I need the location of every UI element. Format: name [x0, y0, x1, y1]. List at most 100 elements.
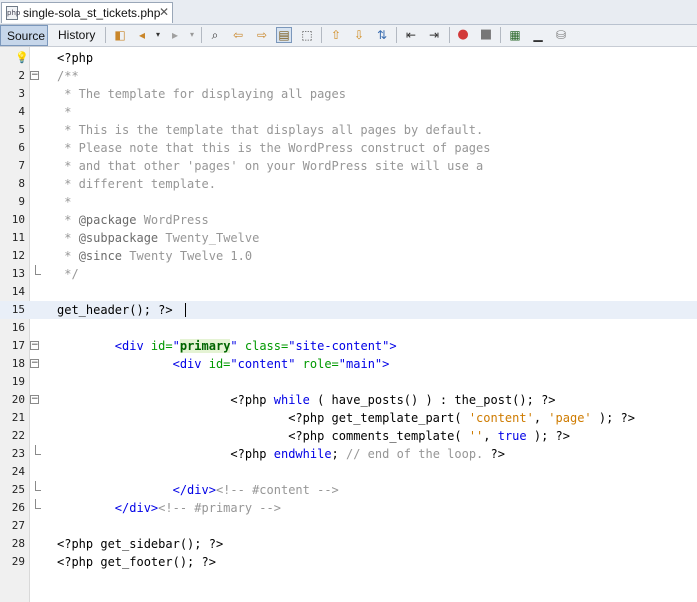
doc-tag: @subpackage: [78, 231, 159, 245]
toggle-bookmark-icon[interactable]: ⇅: [374, 27, 390, 43]
code-keyword: true: [497, 429, 527, 443]
code-text: <?php: [57, 393, 274, 407]
close-tab-icon[interactable]: ✕: [159, 5, 169, 19]
code-comment: <!-- #content -->: [215, 483, 339, 497]
code-line: 3 * The template for displaying all page…: [0, 85, 697, 103]
code-comment: <!-- #primary -->: [158, 501, 281, 515]
code-line: 19: [0, 373, 697, 391]
code-text: role=: [295, 357, 339, 371]
line-number: 19: [11, 375, 25, 388]
previous-bookmark-icon[interactable]: ⇧: [328, 27, 344, 43]
shift-left-icon[interactable]: ⇤: [403, 27, 419, 43]
shift-right-icon[interactable]: ⇥: [426, 27, 442, 43]
code-line: 8 * different template.: [0, 175, 697, 193]
code-line: 16: [0, 319, 697, 337]
last-edit-icon[interactable]: ◧: [112, 27, 128, 43]
code-text: id=: [150, 339, 173, 353]
stop-macro-icon[interactable]: ■: [478, 27, 494, 43]
lightbulb-icon[interactable]: 💡: [15, 51, 29, 65]
code-text: "main": [338, 357, 383, 371]
fold-collapse-icon[interactable]: −: [30, 359, 39, 368]
line-number: 4: [18, 105, 25, 118]
start-macro-icon[interactable]: ●: [455, 27, 471, 43]
code-line: 6 * Please note that this is the WordPre…: [0, 139, 697, 157]
toggle-rect-selection-icon[interactable]: ⬚: [299, 27, 315, 43]
code-text: ": [230, 339, 238, 353]
uncomment-icon[interactable]: ▁: [530, 27, 546, 43]
code-text: >: [382, 357, 390, 371]
code-line: 27: [0, 517, 697, 535]
code-line: 24: [0, 463, 697, 481]
code-line: 18 − <div id="content" role="main">: [0, 355, 697, 373]
code-comment: // end of the loop.: [346, 447, 484, 461]
code-line: 28 <?php get_sidebar(); ?>: [0, 535, 697, 553]
file-tab[interactable]: php single-sola_st_tickets.php ✕: [1, 2, 173, 23]
line-number: 6: [18, 141, 25, 154]
fold-collapse-icon[interactable]: −: [30, 71, 39, 80]
code-text: ": [172, 339, 180, 353]
code-text: </div>: [57, 483, 216, 497]
editor-toolbar: Source History ◧ ◂ ▾ ▸ ▾ ⌕ ⇦ ⇨ ▤ ⬚ ⇧ ⇩ ⇅…: [0, 25, 697, 47]
code-line: 26 </div><!-- #primary -->: [0, 499, 697, 517]
current-code-line: 15 get_header(); ?>: [0, 301, 697, 319]
line-number: 22: [11, 429, 25, 442]
code-text: *: [57, 249, 79, 263]
code-text: >: [389, 339, 397, 353]
code-text: <?php get_footer(); ?>: [57, 555, 216, 569]
forward-dropdown-icon[interactable]: ▾: [184, 27, 200, 43]
code-text: WordPress: [136, 213, 209, 227]
code-keyword: while: [273, 393, 310, 407]
code-line: 4 *: [0, 103, 697, 121]
code-text: <?php get_template_part(: [57, 411, 469, 425]
find-previous-icon[interactable]: ⇦: [230, 27, 246, 43]
line-number: 13: [11, 267, 25, 280]
find-next-icon[interactable]: ⇨: [254, 27, 270, 43]
code-text: ?>: [483, 447, 505, 461]
code-line: 23 <?php endwhile; // end of the loop. ?…: [0, 445, 697, 463]
forward-icon[interactable]: ▸: [167, 27, 183, 43]
comment-icon[interactable]: ▦: [507, 27, 523, 43]
toolbar-separator: [500, 27, 501, 43]
database-icon[interactable]: ⛁: [553, 27, 569, 43]
source-tab[interactable]: Source: [0, 25, 48, 46]
line-number: 2: [18, 69, 25, 82]
code-string: 'page': [548, 411, 592, 425]
code-text: ,: [533, 411, 549, 425]
toggle-highlight-icon[interactable]: ▤: [276, 27, 292, 43]
code-text: </div>: [57, 501, 159, 515]
code-text: *: [57, 231, 79, 245]
history-tab[interactable]: History: [52, 25, 100, 46]
line-number: 26: [11, 501, 25, 514]
code-text: <?php: [57, 447, 274, 461]
line-number: 24: [11, 465, 25, 478]
find-icon[interactable]: ⌕: [207, 27, 223, 43]
line-number: 8: [18, 177, 25, 190]
line-number: 17: [11, 339, 25, 352]
next-bookmark-icon[interactable]: ⇩: [351, 27, 367, 43]
back-icon[interactable]: ◂: [134, 27, 150, 43]
code-text: Twenty_Twelve: [158, 231, 260, 245]
fold-end-marker: [35, 265, 41, 275]
code-text: get_header(); ?>: [57, 303, 173, 317]
fold-end-marker: [35, 445, 41, 455]
code-line: 💡 <?php: [0, 49, 697, 67]
code-text: * different template.: [57, 177, 216, 191]
line-number: 18: [11, 357, 25, 370]
code-text: *: [57, 195, 72, 209]
line-number: 7: [18, 159, 25, 172]
code-text: *: [57, 105, 72, 119]
code-line: 25 </div><!-- #content -->: [0, 481, 697, 499]
code-line: 29 <?php get_footer(); ?>: [0, 553, 697, 571]
back-dropdown-icon[interactable]: ▾: [150, 27, 166, 43]
code-text: * This is the template that displays all…: [57, 123, 484, 137]
code-text: class=: [237, 339, 289, 353]
code-line: 13 */: [0, 265, 697, 283]
fold-collapse-icon[interactable]: −: [30, 395, 39, 404]
code-line: 5 * This is the template that displays a…: [0, 121, 697, 139]
code-text: <div: [57, 339, 151, 353]
fold-collapse-icon[interactable]: −: [30, 341, 39, 350]
code-line: 2 − /**: [0, 67, 697, 85]
php-file-icon: php: [6, 6, 20, 20]
line-number: 29: [11, 555, 25, 568]
line-number: 28: [11, 537, 25, 550]
